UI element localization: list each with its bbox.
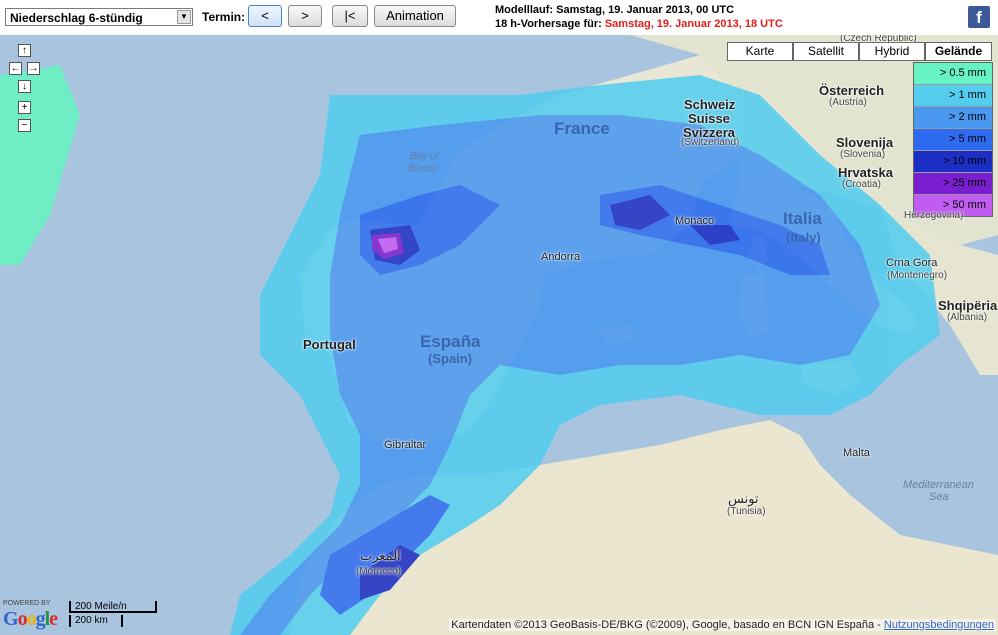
label-croatia: (Croatia): [842, 179, 881, 190]
prev-button[interactable]: <: [248, 5, 282, 27]
legend-item: > 1 mm: [914, 85, 992, 107]
map-type-satellit[interactable]: Satellit: [793, 42, 859, 61]
zoom-in-button[interactable]: +: [18, 101, 31, 114]
next-button[interactable]: >: [288, 5, 322, 27]
product-select[interactable]: Niederschlag 6-stündig ▼: [5, 8, 193, 26]
label-oesterreich: Österreich: [819, 83, 885, 98]
label-gibraltar: Gibraltar: [384, 439, 427, 451]
label-espana: España: [420, 332, 481, 351]
termin-label: Termin:: [202, 10, 246, 24]
animation-button[interactable]: Animation: [374, 5, 456, 27]
legend-item: > 25 mm: [914, 173, 992, 195]
label-austria: (Austria): [829, 97, 867, 108]
label-malta: Malta: [843, 447, 870, 459]
label-albania: (Albania): [947, 312, 988, 323]
legend-item: > 10 mm: [914, 151, 992, 173]
map-canvas[interactable]: ↑ ← → ↓ + − Karte Satellit Hybrid Geländ…: [0, 35, 998, 635]
label-crna-gora: Crna Gora: [886, 257, 938, 269]
terms-link[interactable]: Nutzungsbedingungen: [884, 619, 994, 631]
label-spain: (Spain): [428, 351, 473, 366]
forecast-label: 18 h-Vorhersage für:: [495, 18, 602, 30]
facebook-icon[interactable]: f: [968, 6, 990, 28]
first-button[interactable]: |<: [332, 5, 368, 27]
label-italy: (Italy): [786, 230, 821, 245]
model-run-value: Samstag, 19. Januar 2013, 00 UTC: [556, 4, 735, 16]
zoom-out-button[interactable]: −: [18, 119, 31, 132]
label-switzerland: (Switzerland): [681, 137, 740, 148]
label-slovenia: (Slovenia): [840, 149, 886, 160]
label-montenegro: (Montenegro): [887, 270, 948, 281]
label-czech: (Czech Republic): [840, 35, 917, 44]
map-type-karte[interactable]: Karte: [727, 42, 793, 61]
pan-right-button[interactable]: →: [27, 62, 40, 75]
pan-up-button[interactable]: ↑: [18, 44, 31, 57]
pan-left-button[interactable]: ←: [9, 62, 22, 75]
label-tunis-ar: تونس: [728, 491, 759, 506]
label-schweiz: Schweiz: [684, 97, 736, 112]
label-andorra: Andorra: [541, 251, 581, 263]
scale-miles: 200 Meile/n: [69, 601, 157, 613]
label-france: France: [554, 119, 610, 138]
forecast-value: Samstag, 19. Januar 2013, 18 UTC: [604, 18, 783, 30]
label-bay-of: Bay of: [410, 151, 439, 162]
label-biscay: Biscay: [408, 163, 438, 174]
pan-down-button[interactable]: ↓: [18, 80, 31, 93]
label-sea: Sea: [929, 491, 949, 503]
legend-item: > 2 mm: [914, 107, 992, 129]
label-mediterranean: Mediterranean: [903, 479, 974, 491]
precipitation-legend: > 0.5 mm > 1 mm > 2 mm > 5 mm > 10 mm > …: [913, 62, 993, 217]
map-type-hybrid[interactable]: Hybrid: [859, 42, 925, 61]
label-morocco: (Morocco): [356, 566, 402, 577]
label-tunisia: (Tunisia): [727, 506, 766, 517]
scale-km: 200 km: [69, 615, 123, 627]
label-morocco-ar: المغرب: [360, 548, 401, 563]
legend-item: > 0.5 mm: [914, 63, 992, 85]
label-shqiperia: Shqipëria: [938, 298, 998, 313]
label-monaco: Monaco: [675, 215, 715, 227]
label-herzegovina: Herzegovina): [904, 210, 964, 221]
label-suisse: Suisse: [688, 111, 730, 126]
model-run-label: Modelllauf:: [495, 4, 554, 16]
precipitation-overlay: [0, 65, 940, 635]
top-toolbar: Niederschlag 6-stündig ▼ Termin: < > |< …: [0, 0, 998, 35]
label-italia: Italia: [783, 209, 822, 228]
chevron-down-icon[interactable]: ▼: [177, 10, 191, 24]
map-type-gelaende[interactable]: Gelände: [925, 42, 992, 61]
label-portugal: Portugal: [303, 337, 356, 352]
product-select-value: Niederschlag 6-stündig: [10, 11, 143, 25]
powered-by-label: POWERED BY: [3, 600, 51, 607]
model-info: Modelllauf: Samstag, 19. Januar 2013, 00…: [495, 3, 783, 31]
label-hrvatska: Hrvatska: [838, 165, 893, 180]
google-logo[interactable]: Google: [3, 608, 58, 631]
attribution-text: Kartendaten ©2013 GeoBasis-DE/BKG (©2009…: [451, 619, 881, 631]
label-slovenija: Slovenija: [836, 135, 894, 150]
legend-item: > 5 mm: [914, 129, 992, 151]
map-attribution: Kartendaten ©2013 GeoBasis-DE/BKG (©2009…: [449, 619, 996, 631]
